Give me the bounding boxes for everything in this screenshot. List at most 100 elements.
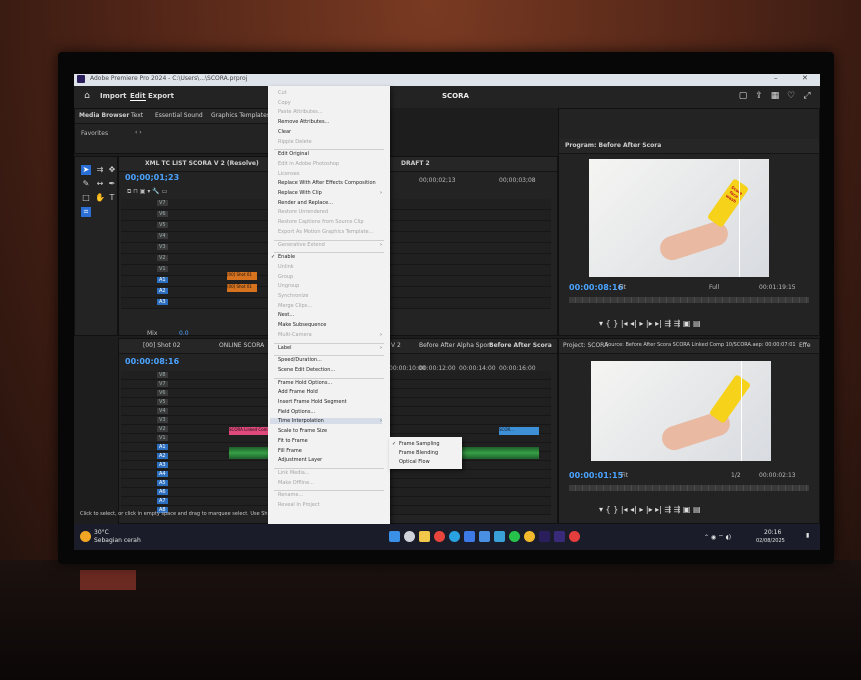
tab-import[interactable]: Import	[100, 92, 127, 100]
weather-icon[interactable]	[80, 531, 91, 542]
menu-item-scale-to-frame-size[interactable]: Scale to Frame Size	[278, 428, 327, 434]
track-label[interactable]: V5	[157, 399, 168, 405]
minimize-icon[interactable]: –	[774, 74, 778, 82]
menu-item-speed-duration[interactable]: Speed/Duration...	[278, 357, 322, 363]
tab-online-scora[interactable]: ONLINE SCORA	[219, 342, 264, 349]
clip-shot-01-a[interactable]: [00] Shot 01	[227, 272, 257, 280]
favorites-dropdown[interactable]: Favorites	[81, 130, 108, 137]
track-label[interactable]: V4	[157, 233, 168, 239]
photos-icon[interactable]	[494, 531, 505, 542]
file-explorer-icon[interactable]	[419, 531, 430, 542]
source-timecode[interactable]: 00:00:01:15	[569, 471, 623, 480]
tab-sequence-resolve[interactable]: XML TC LIST SCORA V 2 (Resolve)	[145, 160, 259, 167]
tab-text[interactable]: Text	[131, 112, 143, 119]
track-label[interactable]: V7	[157, 200, 168, 206]
program-quality-dropdown[interactable]: Full	[709, 284, 719, 291]
menu-item-render-and-replace[interactable]: Render and Replace...	[278, 200, 333, 206]
source-fit-dropdown[interactable]: Fit	[621, 472, 628, 479]
snap-icon[interactable]: ⧉ ⊓ ▣ ▾ 🔧 ▭	[127, 188, 167, 196]
type-tool-icon[interactable]: T	[107, 193, 117, 203]
tab-graphics-templates[interactable]: Graphics Templates	[211, 112, 270, 119]
tab-program[interactable]: Program: Before After Scora	[565, 142, 661, 149]
timeline-bottom-timecode[interactable]: 00:00:08:16	[125, 357, 179, 366]
rectangle-tool-icon[interactable]: □	[81, 193, 91, 203]
notifications-icon[interactable]: ♡	[786, 91, 796, 101]
tab-project[interactable]: Project: SCORA	[563, 342, 608, 349]
track-label[interactable]: V2	[157, 255, 168, 261]
clip-shot-01-b[interactable]: [00] Shot 01	[227, 284, 257, 292]
close-icon[interactable]: ✕	[802, 74, 808, 82]
chrome-icon[interactable]	[434, 531, 445, 542]
track-label[interactable]: V6	[157, 390, 168, 396]
tab-essential-sound[interactable]: Essential Sound	[155, 112, 203, 119]
store-icon[interactable]	[464, 531, 475, 542]
track-label[interactable]: A1	[157, 444, 168, 450]
tab-media-browser[interactable]: Media Browser	[79, 112, 129, 119]
menu-item-edit-original[interactable]: Edit Original	[278, 151, 309, 157]
track-label[interactable]: V3	[157, 417, 168, 423]
home-icon[interactable]: ⌂	[82, 91, 92, 101]
track-label[interactable]: V8	[157, 372, 168, 378]
clip-scora-short[interactable]: SCOR...	[499, 427, 539, 435]
menu-item-frame-hold-options[interactable]: Frame Hold Options...	[278, 380, 332, 386]
track-select-icon[interactable]: ⇉	[95, 165, 105, 175]
tab-before-after-scora[interactable]: Before After Scora	[489, 342, 552, 349]
tab-v2[interactable]: V 2	[391, 342, 401, 349]
track-label[interactable]: A5	[157, 480, 168, 486]
tab-edit[interactable]: Edit	[130, 92, 146, 101]
track-label[interactable]: A2	[157, 453, 168, 459]
menu-item-scene-edit-detection[interactable]: Scene Edit Detection...	[278, 367, 335, 373]
selection-tool-icon[interactable]: ➤	[81, 165, 91, 175]
program-scrubber[interactable]	[569, 297, 809, 303]
track-label[interactable]: V7	[157, 381, 168, 387]
edge-icon[interactable]	[449, 531, 460, 542]
premiere-taskbar-icon[interactable]	[539, 531, 550, 542]
submenu-item-frame-sampling[interactable]: Frame Sampling	[399, 441, 440, 447]
menu-item-enable[interactable]: Enable	[278, 254, 295, 260]
tab-before-after-alpha[interactable]: Before After Alpha Sport	[419, 342, 492, 349]
mail-icon[interactable]	[479, 531, 490, 542]
track-label[interactable]: V3	[157, 244, 168, 250]
menu-item-nest[interactable]: Nest...	[278, 312, 294, 318]
tray-icons[interactable]: ⌃ ◉ ⌔ ◖)	[704, 533, 731, 541]
track-label[interactable]: A1	[157, 277, 168, 283]
premiere-2-taskbar-icon[interactable]	[554, 531, 565, 542]
program-timecode[interactable]: 00:00:08:16	[569, 283, 623, 292]
slip-tool-icon[interactable]: ↔	[95, 179, 105, 189]
track-label[interactable]: V4	[157, 408, 168, 414]
source-scrubber[interactable]	[569, 485, 809, 491]
timeline-top-timecode[interactable]: 00;00;01;23	[125, 173, 179, 182]
app-icon[interactable]	[569, 531, 580, 542]
mix-value[interactable]: 0.0	[179, 330, 189, 337]
notification-icon[interactable]: ▮	[806, 532, 809, 539]
source-quality-dropdown[interactable]: 1/2	[731, 472, 741, 479]
quick-export-icon[interactable]: ⇪	[754, 91, 764, 101]
track-label[interactable]: A2	[157, 288, 168, 294]
track-label[interactable]: V2	[157, 426, 168, 432]
submenu-item-frame-blending[interactable]: Frame Blending	[399, 450, 438, 456]
menu-item-time-interpolation[interactable]: Time Interpolation	[270, 418, 382, 425]
menu-item-insert-frame-hold-segment[interactable]: Insert Frame Hold Segment	[278, 399, 347, 405]
fullscreen-icon[interactable]: ⤢	[802, 91, 812, 101]
caption-tool-icon[interactable]: ⌗	[81, 207, 91, 217]
track-label[interactable]: V1	[157, 435, 168, 441]
source-transport-controls[interactable]: ▾ { } |◂ ◂| ▸ |▸ ▸| ⇶ ⇶ ▣ ▤	[599, 505, 701, 514]
chrome-2-icon[interactable]	[524, 531, 535, 542]
track-label[interactable]: A4	[157, 471, 168, 477]
program-fit-dropdown[interactable]: Fit	[619, 284, 626, 291]
search-icon[interactable]	[404, 531, 415, 542]
pen-tool-icon[interactable]: ✒	[107, 179, 117, 189]
menu-item-field-options[interactable]: Field Options...	[278, 409, 315, 415]
program-transport-controls[interactable]: ▾ { } |◂ ◂| ▸ |▸ ▸| ⇶ ⇶ ▣ ▤	[599, 319, 701, 328]
start-icon[interactable]	[389, 531, 400, 542]
workspaces-icon[interactable]: ▢	[738, 91, 748, 101]
menu-item-clear[interactable]: Clear	[278, 129, 291, 135]
menu-item-fill-frame[interactable]: Fill Frame	[278, 448, 302, 454]
tab-export[interactable]: Export	[148, 92, 174, 100]
track-label[interactable]: A3	[157, 462, 168, 468]
menu-item-fit-to-frame[interactable]: Fit to Frame	[278, 438, 308, 444]
ripple-edit-icon[interactable]: ✥	[107, 165, 117, 175]
track-label[interactable]: V5	[157, 222, 168, 228]
track-label[interactable]: A3	[157, 299, 168, 305]
track-label[interactable]: V6	[157, 211, 168, 217]
